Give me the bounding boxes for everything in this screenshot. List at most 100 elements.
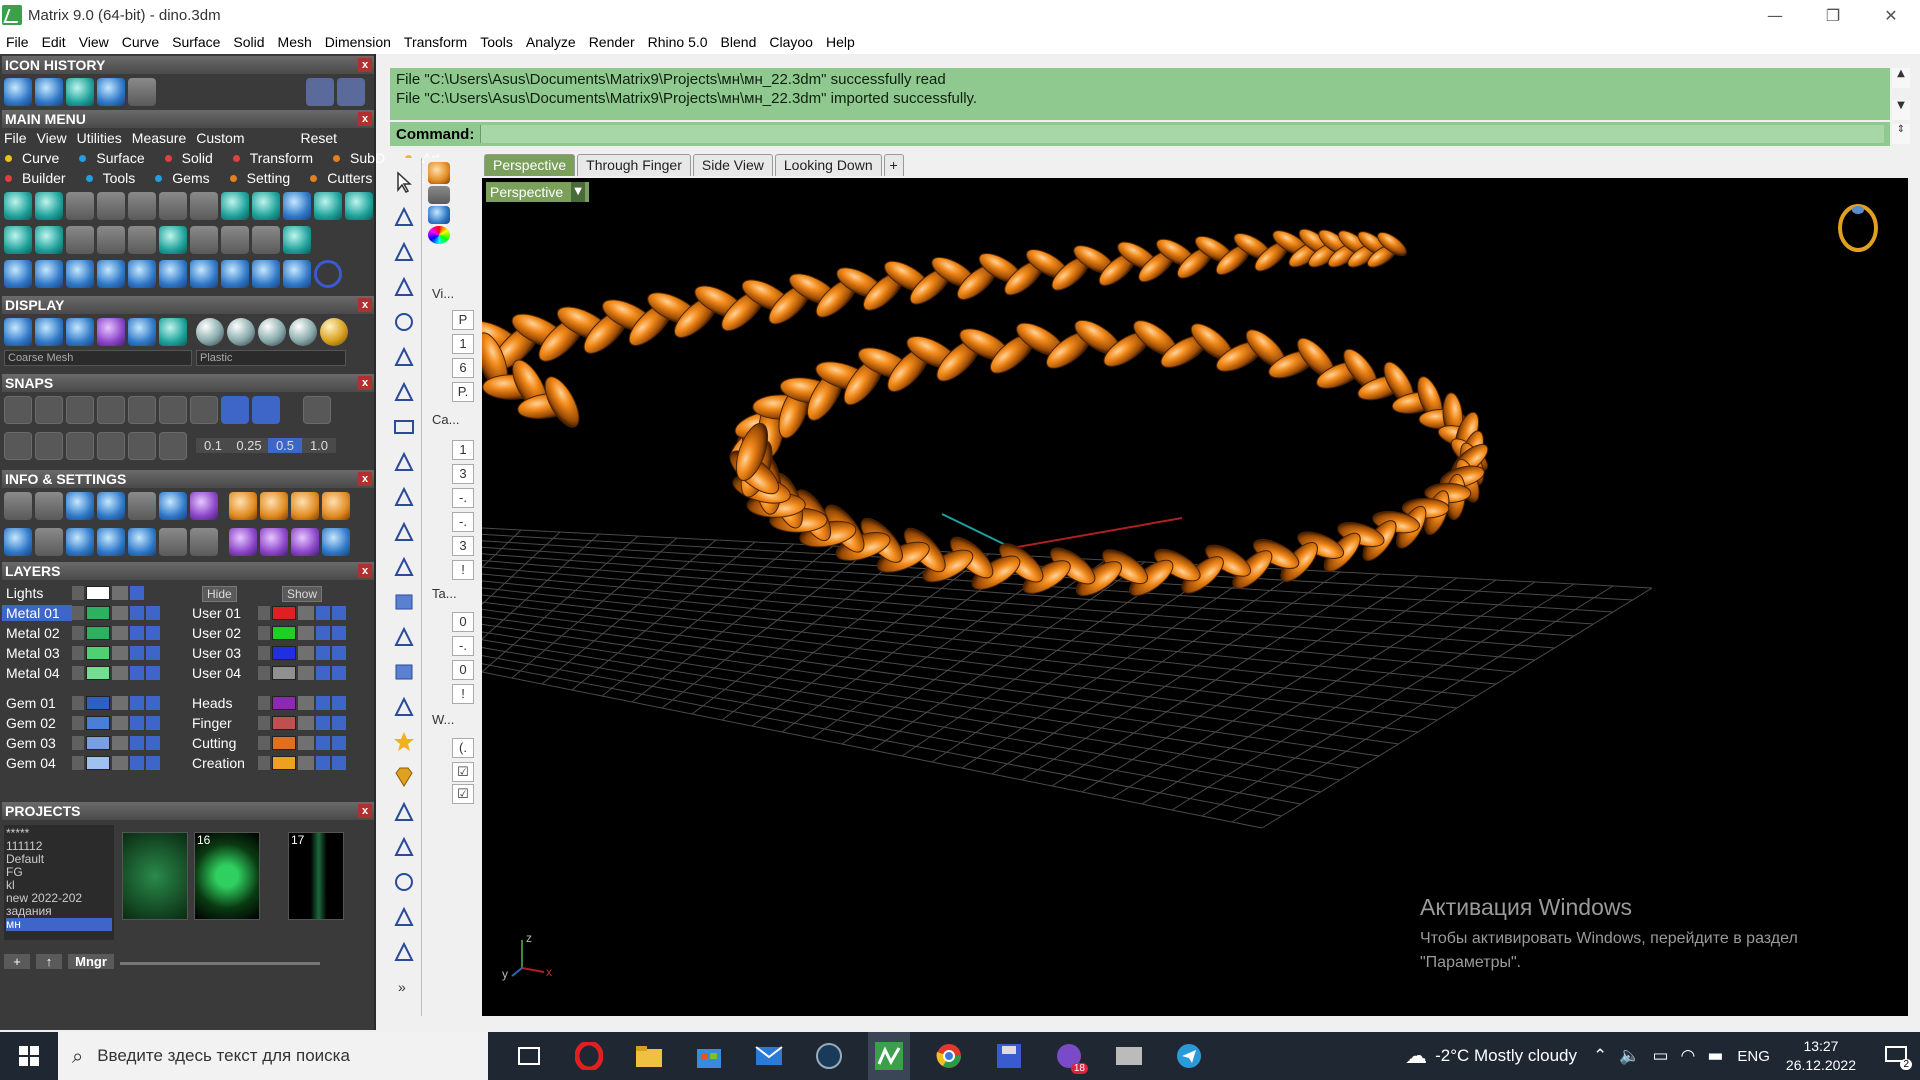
option-field[interactable]: 6 [452, 358, 474, 378]
visibility-icon[interactable] [316, 716, 330, 730]
option-field[interactable]: P. [452, 382, 474, 402]
menu-blend[interactable]: Blend [721, 34, 757, 50]
tool-icon[interactable] [283, 226, 311, 254]
option-field[interactable]: P [452, 310, 474, 330]
project-item[interactable]: мн [6, 918, 112, 931]
curve-points-icon[interactable] [392, 275, 416, 299]
polygon-icon[interactable] [392, 380, 416, 404]
render-toggle-icon[interactable] [146, 666, 160, 680]
viewport-perspective[interactable]: Perspective ▼ z x y Активация Windows Чт… [482, 178, 1908, 1016]
tool-icon[interactable] [97, 260, 125, 288]
chrome-icon[interactable] [928, 1032, 970, 1080]
lock-icon[interactable] [298, 736, 314, 750]
add-project-icon[interactable]: + [4, 954, 30, 969]
layer-arrow-icon[interactable] [72, 696, 84, 710]
tool-icon[interactable] [66, 192, 94, 220]
lock-icon[interactable] [112, 586, 128, 600]
snap-mid-icon[interactable] [97, 396, 125, 424]
layer-row[interactable]: Metal 02 [2, 624, 162, 642]
history-forward-icon[interactable] [337, 78, 365, 106]
mm-reset[interactable]: Reset [300, 130, 337, 146]
category-builder[interactable]: Builder [5, 170, 76, 186]
layer-color-swatch[interactable] [86, 586, 110, 600]
layer-name[interactable]: Gem 02 [2, 715, 72, 731]
render-toggle-icon[interactable] [332, 756, 346, 770]
layer-name[interactable]: User 04 [188, 665, 258, 681]
visibility-icon[interactable] [130, 606, 144, 620]
material-select[interactable]: Plastic [196, 350, 346, 366]
category-solid[interactable]: Solid [164, 150, 223, 166]
category-surface[interactable]: Surface [79, 150, 154, 166]
snap-end-icon[interactable] [4, 396, 32, 424]
display-mode-icon[interactable] [159, 318, 187, 346]
layer-color-swatch[interactable] [272, 626, 296, 640]
save-icon[interactable] [35, 78, 63, 106]
monitor-icon[interactable] [428, 186, 450, 204]
layer-name[interactable]: Finger [188, 715, 258, 731]
layer-color-swatch[interactable] [272, 736, 296, 750]
snap-int-icon[interactable] [159, 396, 187, 424]
option-field[interactable]: 3 [452, 464, 474, 484]
option-field[interactable]: -. [452, 488, 474, 508]
move-icon[interactable] [128, 260, 156, 288]
render-toggle-icon[interactable] [146, 606, 160, 620]
layer-row[interactable]: User 04 [188, 664, 348, 682]
layer-name[interactable]: User 03 [188, 645, 258, 661]
display-mode-icon[interactable] [128, 318, 156, 346]
project-thumbnail[interactable]: 17 [288, 832, 344, 920]
layer-arrow-icon[interactable] [258, 606, 270, 620]
layout-icon[interactable] [4, 528, 32, 556]
hide-button[interactable]: Hide [202, 586, 237, 602]
lock-icon[interactable] [298, 646, 314, 660]
render-toggle-icon[interactable] [332, 646, 346, 660]
hook-icon[interactable] [392, 940, 416, 964]
option-field[interactable]: 3 [452, 536, 474, 556]
layer-arrow-icon[interactable] [258, 756, 270, 770]
file-explorer-icon[interactable] [628, 1032, 670, 1080]
visibility-icon[interactable] [130, 646, 144, 660]
option-field[interactable]: ! [452, 684, 474, 704]
info-icon[interactable] [322, 528, 350, 556]
tool-icon[interactable] [66, 226, 94, 254]
render-toggle-icon[interactable] [332, 666, 346, 680]
lock-icon[interactable] [112, 736, 128, 750]
category-cutters[interactable]: Cutters [310, 170, 382, 186]
render-toggle-icon[interactable] [146, 696, 160, 710]
command-spin-icon[interactable]: ⇕ [1892, 124, 1910, 144]
layer-color-swatch[interactable] [272, 716, 296, 730]
lock-icon[interactable] [298, 756, 314, 770]
surface-icon[interactable] [392, 520, 416, 544]
menu-view[interactable]: View [79, 34, 109, 50]
tool-icon[interactable] [190, 192, 218, 220]
menu-analyze[interactable]: Analyze [526, 34, 576, 50]
layer-arrow-icon[interactable] [258, 666, 270, 680]
tool-icon[interactable] [35, 192, 63, 220]
snap-step-1[interactable]: 0.25 [230, 438, 268, 453]
snap-tan-icon[interactable] [221, 396, 249, 424]
tool-icon[interactable] [221, 192, 249, 220]
lock-icon[interactable] [298, 666, 314, 680]
point-icon[interactable] [392, 205, 416, 229]
tool-icon[interactable] [159, 192, 187, 220]
render-toggle-icon[interactable] [146, 646, 160, 660]
menu-mesh[interactable]: Mesh [278, 34, 312, 50]
history-tool-icon[interactable] [66, 78, 94, 106]
material-ball-icon[interactable] [258, 318, 286, 346]
viber-icon[interactable]: 18 [1048, 1032, 1090, 1080]
layer-row[interactable]: Gem 01 [2, 694, 162, 712]
planar-icon[interactable] [66, 432, 94, 460]
option-field[interactable]: ☑ [452, 784, 474, 804]
tool-icon[interactable] [4, 260, 32, 288]
menu-clayoo[interactable]: Clayoo [769, 34, 813, 50]
project-thumbnail[interactable] [122, 832, 188, 920]
menu-tools[interactable]: Tools [480, 34, 513, 50]
layer-arrow-icon[interactable] [72, 606, 84, 620]
visibility-icon[interactable] [316, 626, 330, 640]
lock-icon[interactable] [298, 696, 314, 710]
snap-step-3[interactable]: 1.0 [302, 438, 336, 453]
layer-row[interactable]: Gem 02 [2, 714, 162, 732]
option-field[interactable]: -. [452, 512, 474, 532]
menu-rhino[interactable]: Rhino 5.0 [648, 34, 708, 50]
option-field[interactable]: 0 [452, 612, 474, 632]
gumball-icon[interactable] [159, 432, 187, 460]
